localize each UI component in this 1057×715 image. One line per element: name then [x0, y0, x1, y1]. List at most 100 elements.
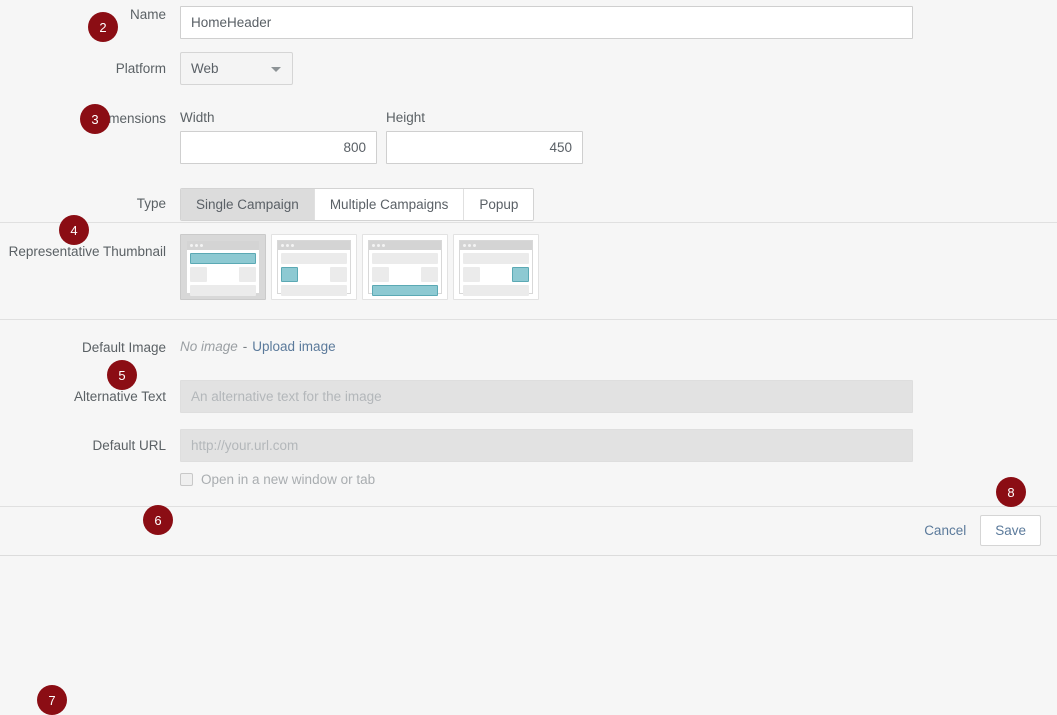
window-titlebar-icon: [369, 241, 441, 250]
layout-row-middle: [463, 267, 529, 282]
dot-icon: [382, 244, 385, 247]
width-input[interactable]: [180, 131, 377, 164]
dot-icon: [281, 244, 284, 247]
step-badge-7: 7: [37, 685, 67, 715]
campaign-settings-form: 2 Name 3 Platform Web 4 Dimensions Width…: [0, 0, 1057, 715]
thumbnail-layout: [187, 250, 259, 299]
field-name: [180, 6, 913, 39]
thumbnail-layout: [278, 250, 350, 299]
dot-icon: [463, 244, 466, 247]
form-row-alternative-text: Alternative Text: [0, 380, 1057, 413]
section-divider-middle: [0, 319, 1057, 320]
form-row-platform: 3 Platform Web: [0, 52, 1057, 134]
upload-image-link[interactable]: Upload image: [252, 339, 335, 354]
section-divider-top: [0, 222, 1057, 223]
thumbnail-layout: [460, 250, 532, 299]
window-titlebar-icon: [187, 241, 259, 250]
label-representative-thumbnail: Representative Thumbnail: [8, 244, 166, 259]
height-input[interactable]: [386, 131, 583, 164]
window-titlebar-icon: [278, 241, 350, 250]
dot-icon: [473, 244, 476, 247]
label-alternative-text: Alternative Text: [73, 389, 166, 404]
layout-block-bottom: [190, 285, 256, 296]
thumbnail-options: [180, 234, 539, 300]
layout-spacer: [392, 267, 418, 282]
layout-block-right: [330, 267, 347, 282]
thumbnail-left-block[interactable]: [271, 234, 357, 300]
thumbnail-right-block[interactable]: [453, 234, 539, 300]
dot-icon: [372, 244, 375, 247]
chevron-down-icon: [271, 66, 281, 72]
name-input[interactable]: [180, 6, 913, 39]
layout-block-top: [463, 253, 529, 264]
layout-block-left: [372, 267, 389, 282]
field-type: Single Campaign Multiple Campaigns Popup: [180, 188, 535, 221]
step-badge-8: 8: [996, 477, 1026, 507]
field-platform: Web: [180, 52, 293, 85]
layout-spacer: [301, 267, 327, 282]
label-default-url: Default URL: [92, 438, 166, 453]
layout-spacer: [210, 267, 236, 282]
thumbnail-bottom-banner[interactable]: [362, 234, 448, 300]
layout-block-bottom: [463, 285, 529, 296]
platform-select[interactable]: Web: [180, 52, 293, 85]
thumbnail-preview: [186, 240, 260, 296]
step-badge-6: 6: [143, 505, 173, 535]
layout-block-top: [372, 253, 438, 264]
form-row-thumbnail: 6 Representative Thumbnail: [0, 234, 1057, 535]
type-option-multiple-campaigns[interactable]: Multiple Campaigns: [314, 189, 465, 220]
label-default-image: Default Image: [81, 340, 166, 355]
form-row-default-image: 7 Default Image No image - Upload image: [0, 339, 1057, 715]
layout-row-middle: [372, 267, 438, 282]
label-type: Type: [136, 196, 166, 211]
layout-block-left: [463, 267, 480, 282]
step-badge-2: 2: [88, 12, 118, 42]
dot-icon: [468, 244, 471, 247]
layout-block-right: [421, 267, 438, 282]
dot-icon: [195, 244, 198, 247]
height-group: Height: [386, 110, 583, 164]
type-option-popup[interactable]: Popup: [464, 189, 534, 220]
layout-block-top: [281, 253, 347, 264]
field-new-window: Open in a new window or tab: [180, 472, 375, 487]
alternative-text-input[interactable]: [180, 380, 913, 413]
dot-icon: [291, 244, 294, 247]
step-badge-3: 3: [80, 104, 110, 134]
field-dimensions: Width Height: [180, 110, 583, 164]
dot-icon: [190, 244, 193, 247]
separator-text: -: [242, 339, 248, 354]
layout-block-bottom: [372, 285, 438, 296]
dot-icon: [200, 244, 203, 247]
thumbnail-preview: [459, 240, 533, 296]
form-row-type: 5 Type Single Campaign Multiple Campaign…: [0, 188, 1057, 390]
label-width: Width: [180, 110, 215, 125]
layout-block-top: [190, 253, 256, 264]
platform-select-value: Web: [191, 61, 219, 76]
layout-spacer: [483, 267, 509, 282]
save-button[interactable]: Save: [980, 515, 1041, 546]
dot-icon: [377, 244, 380, 247]
form-row-dimensions: 4 Dimensions Width Height: [0, 110, 1057, 245]
cancel-button[interactable]: Cancel: [924, 523, 966, 538]
form-row-name: 2 Name: [0, 6, 1057, 42]
window-titlebar-icon: [460, 241, 532, 250]
default-url-input[interactable]: [180, 429, 913, 462]
no-image-text: No image: [180, 339, 238, 354]
layout-block-right: [512, 267, 529, 282]
step-badge-5: 5: [107, 360, 137, 390]
type-segmented-control: Single Campaign Multiple Campaigns Popup: [180, 188, 535, 221]
field-alternative-text: [180, 380, 913, 413]
form-row-new-window: Open in a new window or tab: [0, 472, 1057, 487]
layout-block-left: [281, 267, 298, 282]
type-option-single-campaign[interactable]: Single Campaign: [181, 189, 315, 220]
field-default-image: No image - Upload image: [180, 339, 336, 354]
thumbnail-top-banner[interactable]: [180, 234, 266, 300]
layout-row-middle: [281, 267, 347, 282]
new-window-checkbox-row[interactable]: Open in a new window or tab: [180, 472, 375, 487]
dot-icon: [286, 244, 289, 247]
layout-block-bottom: [281, 285, 347, 296]
thumbnail-preview: [277, 240, 351, 296]
thumbnail-layout: [369, 250, 441, 299]
layout-row-middle: [190, 267, 256, 282]
new-window-checkbox[interactable]: [180, 473, 193, 486]
